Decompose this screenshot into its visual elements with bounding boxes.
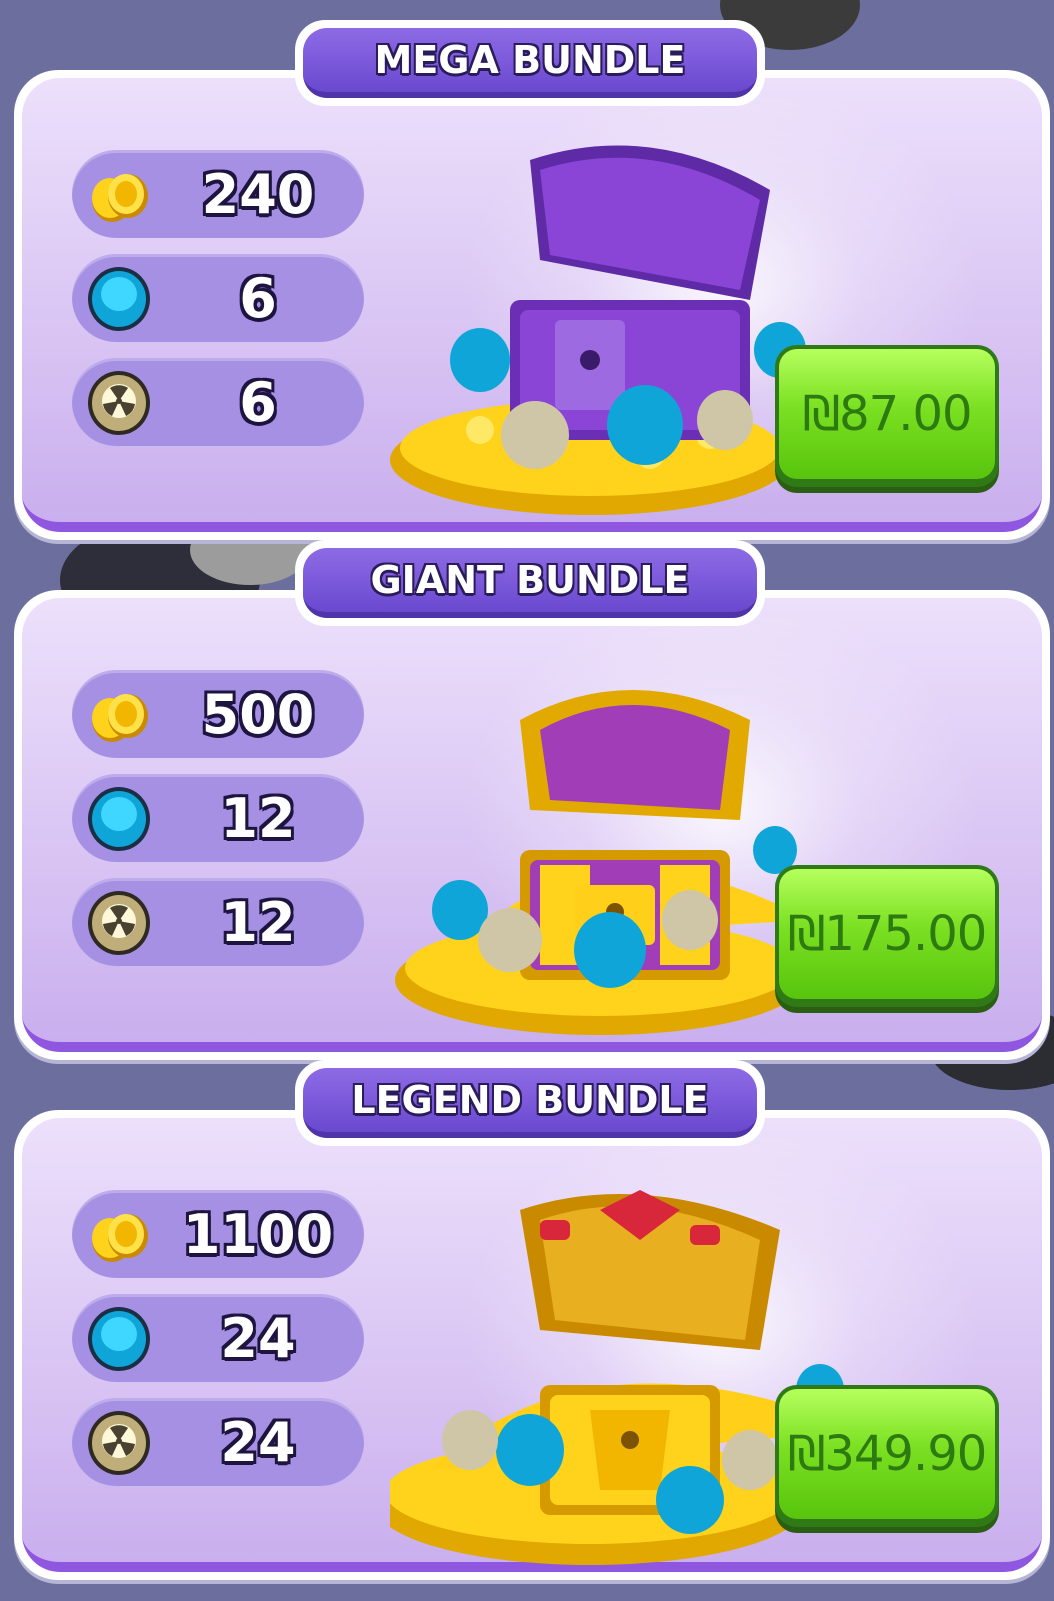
reward-row-coins: 240 bbox=[72, 150, 364, 238]
reward-row-nukes: 24 bbox=[72, 1398, 364, 1486]
reward-row-coins: 1100 bbox=[72, 1190, 364, 1278]
bundle-title: GIANT BUNDLE bbox=[370, 558, 690, 602]
reward-value: 24 bbox=[220, 1410, 296, 1474]
reward-row-nukes: 12 bbox=[72, 878, 364, 966]
bundle-title-tab: MEGA BUNDLE bbox=[295, 20, 765, 106]
buy-button[interactable]: ₪87.00 bbox=[775, 345, 999, 487]
buy-button[interactable]: ₪349.90 bbox=[775, 1385, 999, 1527]
gold-coins-icon bbox=[92, 174, 148, 222]
reward-value: 6 bbox=[239, 266, 277, 330]
giant-bundle-card: GIANT BUNDLE 500 12 12 ₪175.00 bbox=[0, 540, 1054, 1060]
bundle-title-tab: GIANT BUNDLE bbox=[295, 540, 765, 626]
reward-row-gems: 12 bbox=[72, 774, 364, 862]
reward-value: 500 bbox=[201, 682, 315, 746]
nuke-orb-icon bbox=[88, 1411, 150, 1475]
reward-row-gems: 24 bbox=[72, 1294, 364, 1382]
bundle-title-tab: LEGEND BUNDLE bbox=[295, 1060, 765, 1146]
nuke-orb-icon bbox=[88, 891, 150, 955]
price-label: ₪175.00 bbox=[787, 906, 988, 962]
gold-coins-icon bbox=[92, 1214, 148, 1262]
reward-row-coins: 500 bbox=[72, 670, 364, 758]
price-label: ₪87.00 bbox=[802, 386, 972, 442]
reward-value: 240 bbox=[201, 162, 315, 226]
reward-value: 12 bbox=[220, 890, 296, 954]
reward-value: 6 bbox=[239, 370, 277, 434]
mega-bundle-card: MEGA BUNDLE 240 6 6 ₪87.00 bbox=[0, 20, 1054, 540]
reward-row-nukes: 6 bbox=[72, 358, 364, 446]
price-label: ₪349.90 bbox=[787, 1426, 988, 1482]
buy-button[interactable]: ₪175.00 bbox=[775, 865, 999, 1007]
reward-value: 24 bbox=[220, 1306, 296, 1370]
blue-gem-icon bbox=[88, 787, 150, 851]
blue-gem-icon bbox=[88, 267, 150, 331]
legend-bundle-card: LEGEND BUNDLE 1100 24 24 ₪349.90 bbox=[0, 1060, 1054, 1580]
reward-value: 12 bbox=[220, 786, 296, 850]
blue-gem-icon bbox=[88, 1307, 150, 1371]
bundle-title: MEGA BUNDLE bbox=[374, 38, 686, 82]
nuke-orb-icon bbox=[88, 371, 150, 435]
bundle-title: LEGEND BUNDLE bbox=[351, 1078, 709, 1122]
reward-row-gems: 6 bbox=[72, 254, 364, 342]
gold-coins-icon bbox=[92, 694, 148, 742]
reward-value: 1100 bbox=[182, 1202, 334, 1266]
